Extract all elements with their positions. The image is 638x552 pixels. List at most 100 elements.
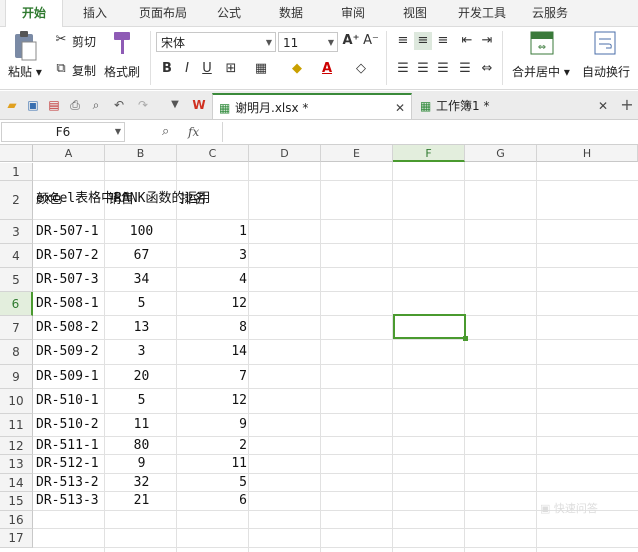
- cell-c12[interactable]: 2: [178, 437, 249, 454]
- menu-tab-developer[interactable]: 开发工具: [452, 0, 512, 26]
- cell-a11[interactable]: DR-510-2: [34, 414, 105, 436]
- column-header-c[interactable]: C: [177, 145, 249, 162]
- cell-b6[interactable]: 5: [106, 292, 177, 315]
- font-color-icon[interactable]: A: [318, 60, 336, 78]
- align-middle-icon[interactable]: ≡: [414, 32, 432, 50]
- align-center-icon[interactable]: ☰: [414, 60, 432, 78]
- cell-b8[interactable]: 3: [106, 340, 177, 364]
- close-icon[interactable]: ✕: [598, 93, 608, 119]
- tab-document-2[interactable]: ▦ 工作簿1 * ✕: [414, 93, 614, 119]
- function-icon[interactable]: fx: [188, 123, 199, 141]
- cell-a7[interactable]: DR-508-2: [34, 316, 105, 339]
- zoom-formula-icon[interactable]: ⌕: [162, 123, 178, 141]
- format-painter-icon[interactable]: [110, 30, 136, 58]
- row-header-2[interactable]: 2: [0, 181, 33, 220]
- folder-open-icon[interactable]: ▰: [3, 96, 21, 114]
- font-name-select[interactable]: 宋体 ▼: [156, 32, 276, 52]
- cell-c10[interactable]: 12: [178, 389, 249, 413]
- new-tab-icon[interactable]: +: [618, 96, 636, 114]
- print-preview-icon[interactable]: ⌕: [87, 96, 105, 114]
- menu-tab-cloud[interactable]: 云服务: [524, 0, 576, 26]
- cell-a12[interactable]: DR-511-1: [34, 437, 105, 454]
- chevron-down-icon[interactable]: ▼: [166, 96, 184, 114]
- row-header-4[interactable]: 4: [0, 244, 33, 268]
- cell-b5[interactable]: 34: [106, 268, 177, 291]
- cell-a6[interactable]: DR-508-1: [34, 292, 105, 315]
- column-header-f[interactable]: F: [393, 145, 465, 162]
- row-header-11[interactable]: 11: [0, 414, 33, 437]
- cell-b14[interactable]: 32: [106, 474, 177, 491]
- merge-center-icon[interactable]: ⇔: [530, 31, 554, 55]
- cell-a2[interactable]: 颜色: [34, 181, 105, 219]
- font-size-select[interactable]: 11 ▼: [278, 32, 338, 52]
- decrease-font-icon[interactable]: A⁻: [362, 32, 380, 50]
- cell-c2[interactable]: 排名: [178, 181, 249, 219]
- column-header-d[interactable]: D: [249, 145, 321, 162]
- menu-tab-page-layout[interactable]: 页面布局: [130, 0, 196, 26]
- row-header-15[interactable]: 15: [0, 492, 33, 511]
- row-header-10[interactable]: 10: [0, 389, 33, 414]
- paste-button[interactable]: 粘贴 ▾: [8, 63, 42, 80]
- print-icon[interactable]: ⎙: [66, 96, 84, 114]
- row-header-5[interactable]: 5: [0, 268, 33, 292]
- column-header-e[interactable]: E: [321, 145, 393, 162]
- tab-document-1[interactable]: ▦ 谢明月.xlsx * ✕: [212, 93, 412, 119]
- close-icon[interactable]: ✕: [395, 95, 405, 121]
- save-icon[interactable]: ▣: [24, 96, 42, 114]
- align-top-icon[interactable]: ≡: [394, 32, 412, 50]
- cell-a14[interactable]: DR-513-2: [34, 474, 105, 491]
- row-header-7[interactable]: 7: [0, 316, 33, 340]
- fill-handle[interactable]: [463, 336, 468, 341]
- indent-decrease-icon[interactable]: ⇤: [458, 32, 476, 50]
- cell-b4[interactable]: 67: [106, 244, 177, 267]
- copy-button[interactable]: 复制: [72, 62, 96, 79]
- cell-a4[interactable]: DR-507-2: [34, 244, 105, 267]
- row-header-1[interactable]: 1: [0, 163, 33, 181]
- cell-c13[interactable]: 11: [178, 455, 249, 473]
- align-right-icon[interactable]: ☰: [434, 60, 452, 78]
- copy-icon[interactable]: ⧉: [52, 60, 70, 78]
- cell-a3[interactable]: DR-507-1: [34, 220, 105, 243]
- row-header-6[interactable]: 6: [0, 292, 33, 316]
- increase-font-icon[interactable]: A⁺: [342, 32, 360, 50]
- cell-b15[interactable]: 21: [106, 492, 177, 510]
- cell-b10[interactable]: 5: [106, 389, 177, 413]
- cell-c5[interactable]: 4: [178, 268, 249, 291]
- cell-c11[interactable]: 9: [178, 414, 249, 436]
- row-header-13[interactable]: 13: [0, 455, 33, 474]
- menu-tab-home[interactable]: 开始: [5, 0, 63, 27]
- row-header-8[interactable]: 8: [0, 340, 33, 365]
- cell-c4[interactable]: 3: [178, 244, 249, 267]
- column-header-a[interactable]: A: [33, 145, 105, 162]
- scissors-icon[interactable]: ✂: [52, 31, 70, 49]
- cell-c9[interactable]: 7: [178, 365, 249, 388]
- column-header-g[interactable]: G: [465, 145, 537, 162]
- undo-icon[interactable]: ↶: [110, 96, 128, 114]
- cell-b7[interactable]: 13: [106, 316, 177, 339]
- merge-center-button[interactable]: 合并居中 ▾: [512, 63, 570, 80]
- menu-tab-data[interactable]: 数据: [269, 0, 313, 26]
- cut-button[interactable]: 剪切: [72, 33, 96, 50]
- justify-icon[interactable]: ☰: [456, 60, 474, 78]
- align-left-icon[interactable]: ☰: [394, 60, 412, 78]
- cell-b2[interactable]: 销售: [106, 181, 177, 219]
- cell-a10[interactable]: DR-510-1: [34, 389, 105, 413]
- column-header-b[interactable]: B: [105, 145, 177, 162]
- menu-tab-insert[interactable]: 插入: [72, 0, 118, 26]
- row-header-16[interactable]: 16: [0, 511, 33, 529]
- wps-logo-icon[interactable]: W: [190, 96, 208, 114]
- cell-a9[interactable]: DR-509-1: [34, 365, 105, 388]
- wrap-text-icon[interactable]: [594, 31, 616, 55]
- wrap-text-button[interactable]: 自动换行: [582, 63, 630, 80]
- selected-cell-f6[interactable]: [393, 314, 466, 339]
- menu-tab-view[interactable]: 视图: [393, 0, 437, 26]
- cell-b12[interactable]: 80: [106, 437, 177, 454]
- formula-input[interactable]: [222, 122, 637, 142]
- italic-icon[interactable]: I: [178, 60, 196, 78]
- select-all-corner[interactable]: [0, 145, 33, 162]
- indent-increase-icon[interactable]: ⇥: [478, 32, 496, 50]
- cell-c15[interactable]: 6: [178, 492, 249, 510]
- distribute-icon[interactable]: ⇔: [478, 60, 496, 78]
- cell-b9[interactable]: 20: [106, 365, 177, 388]
- border-icon[interactable]: ⊞: [222, 60, 240, 78]
